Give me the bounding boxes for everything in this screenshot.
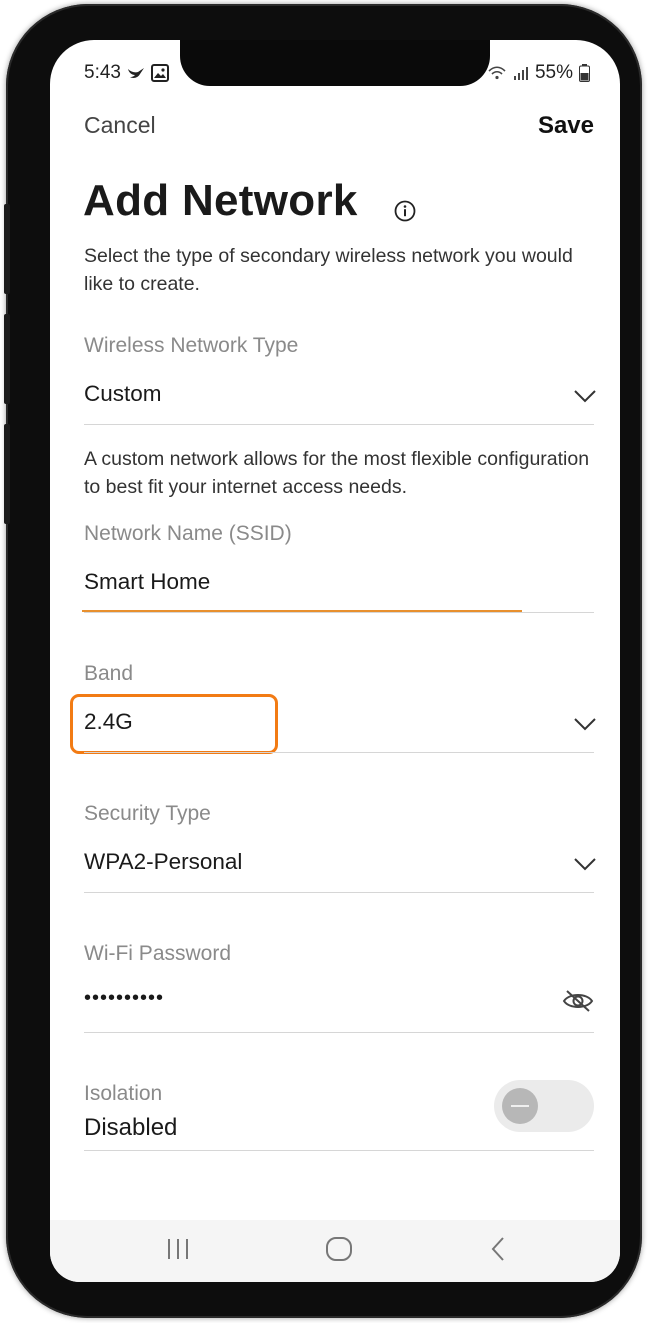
eye-off-icon[interactable] xyxy=(562,988,594,1014)
password-value: •••••••••• xyxy=(84,987,165,1009)
chevron-down-icon xyxy=(574,390,596,403)
status-bar-left: 5:43 xyxy=(84,62,169,84)
camera-notch xyxy=(180,40,490,86)
info-icon[interactable] xyxy=(394,200,416,222)
isolation-toggle[interactable] xyxy=(494,1080,594,1132)
divider xyxy=(84,612,594,613)
divider xyxy=(84,1150,594,1151)
security-select[interactable]: WPA2-Personal xyxy=(50,838,620,890)
band-highlight-box xyxy=(70,694,278,754)
divider xyxy=(84,424,594,425)
isolation-value: Disabled xyxy=(84,1114,178,1141)
band-label: Band xyxy=(84,662,134,685)
password-input[interactable]: •••••••••• xyxy=(50,980,550,1030)
page-description: Select the type of secondary wireless ne… xyxy=(84,245,573,295)
ssid-value: Smart Home xyxy=(84,569,211,594)
page-title: Add Network xyxy=(83,176,358,225)
screen: 5:43 55% Cancel Save Add Network Select … xyxy=(50,40,620,1282)
cancel-button[interactable]: Cancel xyxy=(84,112,156,139)
network-type-select[interactable]: Custom xyxy=(50,370,620,420)
save-button[interactable]: Save xyxy=(538,112,594,140)
system-nav-bar xyxy=(50,1220,620,1282)
ssid-label: Network Name (SSID) xyxy=(84,522,292,545)
divider xyxy=(84,892,594,893)
side-button xyxy=(4,424,10,524)
chevron-down-icon xyxy=(574,858,596,871)
ssid-input[interactable]: Smart Home xyxy=(50,558,620,612)
bird-icon xyxy=(127,68,144,78)
divider xyxy=(84,1032,594,1033)
side-button xyxy=(4,204,10,294)
password-label: Wi-Fi Password xyxy=(84,942,232,965)
chevron-down-icon xyxy=(574,718,596,731)
isolation-label: Isolation xyxy=(84,1082,163,1105)
status-bar-right: 55% xyxy=(487,62,590,84)
toggle-knob xyxy=(502,1088,538,1124)
battery-percent: 55% xyxy=(534,62,573,83)
home-icon[interactable] xyxy=(324,1234,354,1264)
network-type-value: Custom xyxy=(84,381,162,406)
battery-icon xyxy=(579,64,590,82)
status-time: 5:43 xyxy=(84,62,121,83)
recent-apps-icon[interactable] xyxy=(166,1234,190,1264)
network-type-label: Wireless Network Type xyxy=(84,334,299,357)
security-value: WPA2-Personal xyxy=(84,849,243,874)
network-type-help: A custom network allows for the most fle… xyxy=(84,448,590,498)
security-label: Security Type xyxy=(84,802,211,825)
image-icon xyxy=(150,64,169,82)
signal-icon xyxy=(513,67,528,80)
phone-frame: 5:43 55% Cancel Save Add Network Select … xyxy=(4,4,642,1318)
divider xyxy=(84,752,594,753)
back-icon[interactable] xyxy=(488,1234,508,1264)
wifi-icon xyxy=(488,66,506,80)
side-button xyxy=(4,314,10,404)
